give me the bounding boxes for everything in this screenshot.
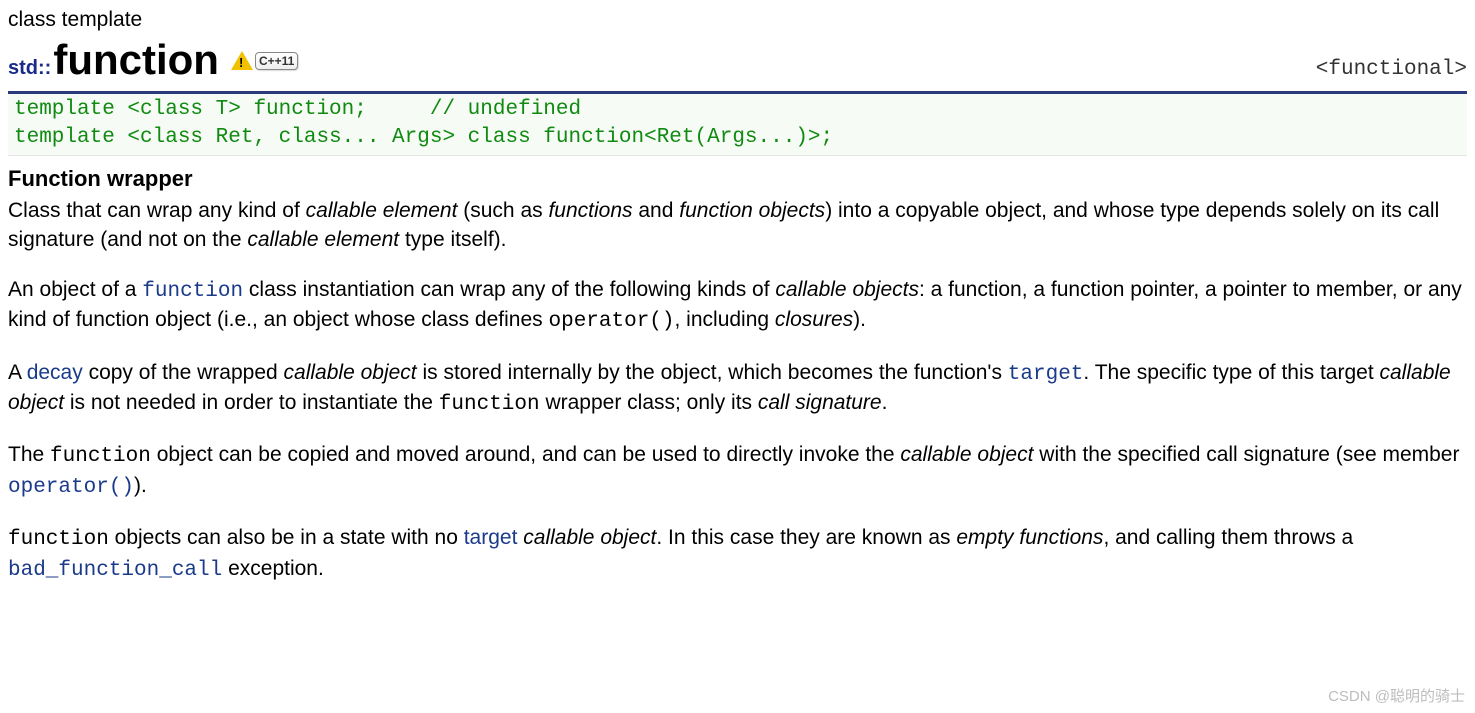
decl-line-2: template <class Ret, class... Args> clas… bbox=[14, 126, 833, 149]
paragraph-5: function objects can also be in a state … bbox=[8, 524, 1467, 585]
term-callable-element: callable element bbox=[306, 199, 458, 222]
text: wrapper class; only its bbox=[540, 391, 758, 414]
link-bad-function-call[interactable]: bad_function_call bbox=[8, 559, 222, 582]
term-call-signature: call signature bbox=[758, 391, 882, 414]
text: An object of a bbox=[8, 278, 142, 301]
text: class instantiation can wrap any of the … bbox=[243, 278, 775, 301]
text: ). bbox=[134, 474, 147, 497]
page-title: function bbox=[53, 32, 219, 89]
decl-line-1-comment: // undefined bbox=[430, 98, 581, 121]
text: exception. bbox=[222, 557, 324, 580]
decl-line-1-code: template <class T> function; bbox=[14, 98, 367, 121]
text: and bbox=[633, 199, 680, 222]
link-target[interactable]: target bbox=[1008, 363, 1084, 386]
section-heading: Function wrapper bbox=[8, 164, 1467, 194]
text: with the specified call signature (see m… bbox=[1033, 443, 1459, 466]
text: is not needed in order to instantiate th… bbox=[64, 391, 439, 414]
header-file: <functional> bbox=[1316, 56, 1467, 84]
paragraph-2: An object of a function class instantiat… bbox=[8, 276, 1467, 337]
text: type itself). bbox=[399, 228, 506, 251]
text: . bbox=[882, 391, 888, 414]
term-callable-element: callable element bbox=[247, 228, 399, 251]
term-function-objects: function objects bbox=[679, 199, 825, 222]
text: is stored internally by the object, whic… bbox=[417, 361, 1008, 384]
kind-label: class template bbox=[8, 6, 1467, 34]
link-function[interactable]: function bbox=[142, 280, 243, 303]
watermark: CSDN @聪明的骑士 bbox=[1328, 687, 1465, 707]
code-function: function bbox=[8, 528, 109, 551]
paragraph-4: The function object can be copied and mo… bbox=[8, 441, 1467, 502]
declaration-block: template <class T> function; // undefine… bbox=[8, 94, 1467, 156]
code-operator-call: operator() bbox=[548, 310, 674, 333]
text: , and calling them throws a bbox=[1103, 526, 1353, 549]
code-function: function bbox=[50, 445, 151, 468]
term-closures: closures bbox=[775, 308, 853, 331]
code-function: function bbox=[439, 393, 540, 416]
warning-icon bbox=[231, 51, 253, 70]
text: (such as bbox=[457, 199, 548, 222]
text: objects can also be in a state with no bbox=[109, 526, 464, 549]
term-callable-object: callable object bbox=[284, 361, 417, 384]
text: , including bbox=[675, 308, 775, 331]
term-empty-functions: empty functions bbox=[956, 526, 1103, 549]
text: . The specific type of this target bbox=[1083, 361, 1379, 384]
text: . In this case they are known as bbox=[656, 526, 956, 549]
text: Class that can wrap any kind of bbox=[8, 199, 306, 222]
term-callable-object: callable object bbox=[900, 443, 1033, 466]
text: object can be copied and moved around, a… bbox=[151, 443, 901, 466]
link-operator-call[interactable]: operator() bbox=[8, 476, 134, 499]
title-row: std:: function C++11 <functional> bbox=[8, 32, 1467, 94]
text: The bbox=[8, 443, 50, 466]
term-callable-object: callable object bbox=[523, 526, 656, 549]
text: A bbox=[8, 361, 27, 384]
term-callable-objects: callable objects bbox=[775, 278, 919, 301]
term-functions: functions bbox=[548, 199, 632, 222]
paragraph-1: Class that can wrap any kind of callable… bbox=[8, 197, 1467, 254]
namespace-prefix: std:: bbox=[8, 55, 51, 82]
link-decay[interactable]: decay bbox=[27, 361, 83, 384]
paragraph-3: A decay copy of the wrapped callable obj… bbox=[8, 359, 1467, 420]
text: ). bbox=[853, 308, 866, 331]
standard-badge-label: C++11 bbox=[255, 52, 298, 70]
cpp11-badge: C++11 bbox=[231, 51, 298, 70]
link-target[interactable]: target bbox=[464, 526, 518, 549]
text: copy of the wrapped bbox=[83, 361, 284, 384]
